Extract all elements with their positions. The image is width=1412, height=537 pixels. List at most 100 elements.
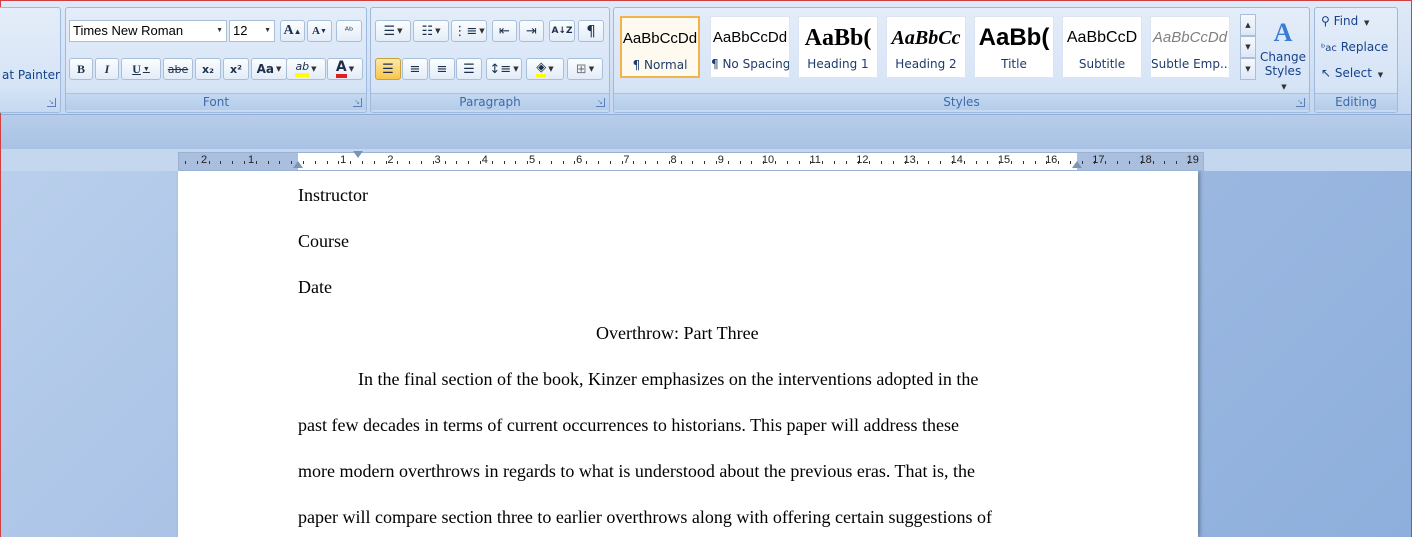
ruler-tick <box>503 161 505 164</box>
find-button[interactable]: ⚲ Find ▼ <box>1321 14 1369 28</box>
gallery-more-icon[interactable]: ▼ <box>1240 58 1256 80</box>
ruler-number: 14 <box>950 154 963 166</box>
underline-button[interactable]: U ▼ <box>121 58 161 80</box>
sort-button[interactable]: A↓Z <box>549 20 575 42</box>
document-page[interactable]: Instructor Course Date Overthrow: Part T… <box>178 171 1198 537</box>
hanging-indent-marker[interactable] <box>293 161 303 168</box>
ruler-tick <box>987 161 989 164</box>
ruler-number: 19 <box>1186 154 1199 166</box>
sort-icon: A↓Z <box>551 26 573 36</box>
highlight-button[interactable]: ab ▼ <box>286 58 326 80</box>
font-size-field[interactable]: 12 ▼ <box>229 20 275 42</box>
ruler-tick <box>704 161 706 164</box>
style-heading-1[interactable]: AaBb( Heading 1 <box>798 16 878 78</box>
find-label: Find <box>1333 14 1359 28</box>
bold-button[interactable]: B <box>69 58 93 80</box>
horizontal-ruler[interactable]: 2 1 1 2 3 4 5 6 7 8 9 10 11 12 13 14 15 16 17 18 19 <box>178 151 1204 171</box>
chevron-down-icon: ▼ <box>264 27 271 34</box>
align-left-button[interactable]: ☰ <box>375 58 401 80</box>
ruler-tick <box>810 161 812 164</box>
ruler-tick <box>409 161 411 164</box>
ruler-tick <box>963 161 965 164</box>
change-styles-button[interactable]: A Change Styles ▼ <box>1260 16 1306 92</box>
ruler-tick <box>952 161 953 164</box>
line-spacing-icon: ↕≡ <box>489 61 512 77</box>
chevron-down-icon: ▼ <box>435 27 441 35</box>
highlighter-icon: ab <box>295 60 310 77</box>
border-grid-icon: ⊞ <box>575 61 587 77</box>
change-case-button[interactable]: Aa ▼ <box>251 58 287 80</box>
change-case-icon: Aa <box>256 62 274 76</box>
numbering-button[interactable]: ☷ ▼ <box>413 20 449 42</box>
ruler-number: 18 <box>1139 154 1152 166</box>
bullets-button[interactable]: ☰ ▼ <box>375 20 411 42</box>
style-subtitle[interactable]: AaBbCcD Subtitle <box>1062 16 1142 78</box>
font-group-label: Font <box>66 93 366 110</box>
grow-font-button[interactable]: A ▲ <box>280 20 305 42</box>
chevron-down-icon: ▼ <box>348 65 355 73</box>
gallery-down-icon[interactable]: ▼ <box>1240 36 1256 58</box>
ruler-number: 9 <box>717 154 724 166</box>
justify-button[interactable]: ☰ <box>456 58 482 80</box>
font-color-label: A <box>335 59 347 75</box>
select-button[interactable]: ↖ Select ▼ <box>1321 66 1383 80</box>
show-formatting-button[interactable]: ¶ <box>578 20 604 42</box>
ruler-tick <box>208 161 210 164</box>
ruler-tick <box>869 161 871 164</box>
superscript-button[interactable]: x² <box>223 58 249 80</box>
ruler-tick <box>1034 161 1036 164</box>
ruler-tick <box>1164 161 1166 164</box>
format-painter-button[interactable]: at Painter <box>2 68 60 82</box>
italic-button[interactable]: I <box>95 58 119 80</box>
font-color-button[interactable]: A ▼ <box>327 58 363 80</box>
highlight-label: ab <box>295 60 310 73</box>
style-preview: AaBb( <box>804 25 872 51</box>
style-heading-2[interactable]: AaBbCc Heading 2 <box>886 16 966 78</box>
style-no-spacing[interactable]: AaBbCcDd ¶ No Spacing <box>710 16 790 78</box>
shading-button[interactable]: ◈ ▼ <box>526 58 564 80</box>
ruler-tick <box>350 161 352 164</box>
chevron-down-icon: ▼ <box>216 27 223 34</box>
borders-button[interactable]: ⊞ ▼ <box>567 58 603 80</box>
ruler-tick <box>1176 161 1178 164</box>
subscript-button[interactable]: x₂ <box>195 58 221 80</box>
style-title[interactable]: AaBb( Title <box>974 16 1054 78</box>
align-right-button[interactable]: ≡ <box>429 58 455 80</box>
ruler-number: 3 <box>434 154 441 166</box>
style-subtle-emphasis[interactable]: AaBbCcDd Subtle Emp... <box>1150 16 1230 78</box>
ruler-tick <box>421 161 422 164</box>
styles-launcher-icon[interactable]: ↘ <box>1296 98 1305 107</box>
line-spacing-button[interactable]: ↕≡ ▼ <box>486 58 522 80</box>
multilevel-list-button[interactable]: ⋮≡ ▼ <box>451 20 487 42</box>
change-styles-label-2: Styles <box>1264 64 1302 78</box>
style-name: Title <box>1001 57 1027 71</box>
ruler-tick <box>515 161 517 164</box>
ruler-tick <box>326 161 328 164</box>
paragraph-launcher-icon[interactable]: ↘ <box>596 98 605 107</box>
align-center-button[interactable]: ≡ <box>402 58 428 80</box>
clipboard-launcher-icon[interactable]: ↘ <box>47 98 56 107</box>
clear-formatting-button[interactable]: ᴬᵇ <box>336 20 362 42</box>
gallery-up-icon[interactable]: ▲ <box>1240 14 1256 36</box>
chevron-down-icon: ▼ <box>311 65 317 73</box>
right-indent-marker[interactable] <box>1072 161 1082 168</box>
replace-button[interactable]: ᵇac Replace <box>1321 40 1388 54</box>
style-normal[interactable]: AaBbCcDd ¶ Normal <box>620 16 700 78</box>
decrease-indent-button[interactable]: ⇤ <box>492 20 517 42</box>
font-name-field[interactable]: Times New Roman ▼ <box>69 20 227 42</box>
first-line-indent-marker[interactable] <box>353 151 363 158</box>
style-name: Subtitle <box>1078 57 1126 71</box>
ruler-tick <box>244 161 245 164</box>
font-launcher-icon[interactable]: ↘ <box>353 98 362 107</box>
replace-label: Replace <box>1340 40 1389 54</box>
increase-indent-button[interactable]: ⇥ <box>519 20 544 42</box>
eraser-icon: ᴬᵇ <box>344 25 354 37</box>
strikethrough-button[interactable]: abe <box>163 58 193 80</box>
doc-title: Overthrow: Part Three <box>596 323 759 343</box>
font-color-icon: A <box>335 59 347 78</box>
ruler-tick <box>314 161 316 164</box>
shrink-font-button[interactable]: A ▼ <box>307 20 332 42</box>
bullet-list-icon: ☰ <box>383 23 396 39</box>
ruler-number: 16 <box>1045 154 1058 166</box>
style-name: ¶ Normal <box>632 58 688 72</box>
